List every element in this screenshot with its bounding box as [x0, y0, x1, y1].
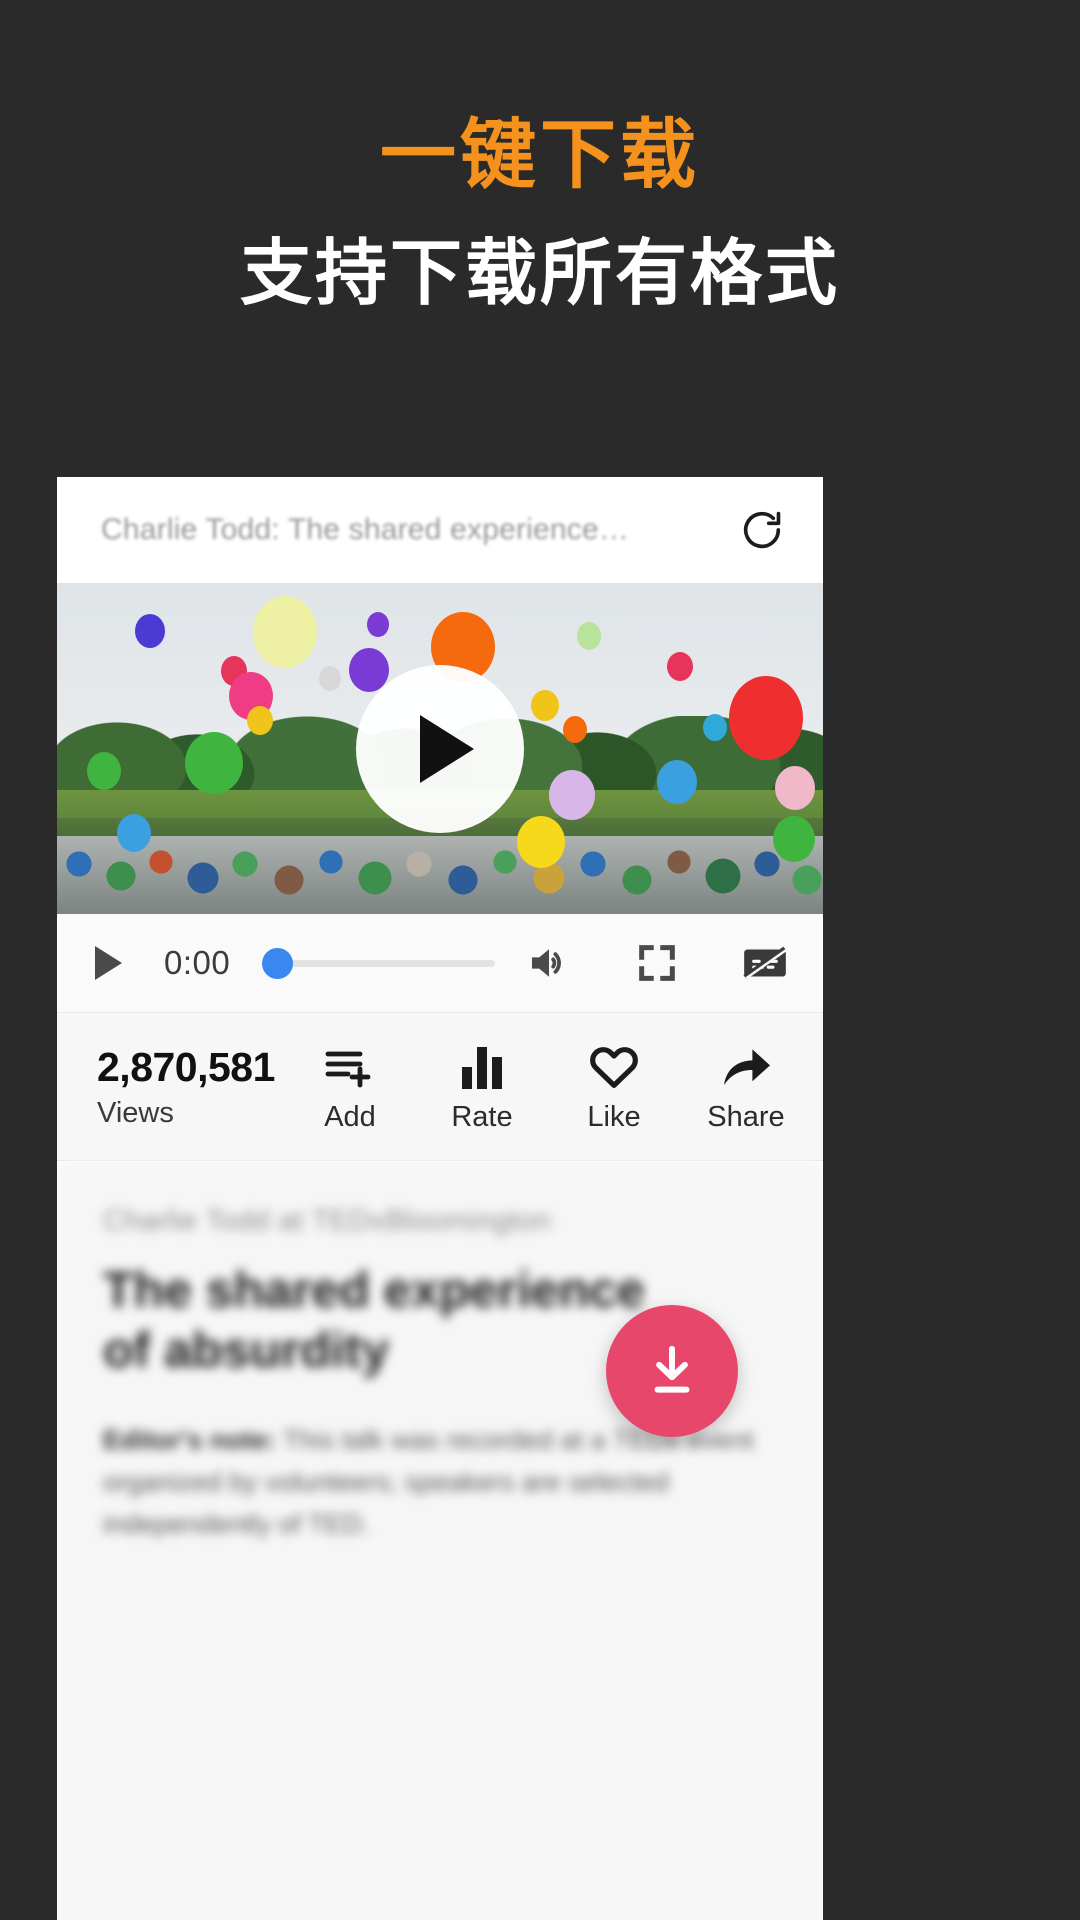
balloon: [577, 622, 601, 650]
like-button[interactable]: Like: [571, 1039, 657, 1134]
download-icon: [654, 1345, 690, 1393]
player-controls: 0:00: [57, 914, 823, 1013]
rate-button[interactable]: Rate: [439, 1039, 525, 1134]
balloon: [703, 714, 727, 741]
balloon: [563, 716, 587, 743]
views-label: Views: [97, 1096, 174, 1129]
video-header: Charlie Todd: The shared experience…: [57, 477, 823, 584]
video-stats-bar: 2,870,581 Views Add Rate Like Share: [57, 1013, 823, 1161]
heart-outline-icon: [588, 1039, 640, 1091]
video-poster[interactable]: [57, 584, 823, 914]
editors-note-label: Editor's note:: [103, 1425, 276, 1455]
download-button[interactable]: [606, 1305, 738, 1437]
balloon: [319, 666, 341, 691]
rate-label: Rate: [451, 1101, 513, 1133]
play-icon[interactable]: [95, 946, 122, 980]
seek-thumb[interactable]: [262, 947, 294, 979]
promo-subtitle: 支持下载所有格式: [239, 234, 840, 314]
balloon: [517, 816, 565, 868]
fullscreen-icon[interactable]: [629, 935, 685, 991]
like-label: Like: [587, 1101, 641, 1133]
talk-title: The shared experience of absurdity: [103, 1262, 645, 1378]
seek-slider[interactable]: [262, 947, 495, 979]
balloon: [549, 770, 595, 820]
closed-captions-off-icon[interactable]: [737, 935, 793, 991]
editors-note: Editor's note: This talk was recorded at…: [103, 1420, 777, 1546]
balloon: [729, 676, 803, 760]
play-triangle: [420, 715, 474, 783]
play-icon[interactable]: [356, 665, 524, 833]
balloon: [185, 732, 243, 794]
share-label: Share: [707, 1101, 785, 1133]
article-body: Charlie Todd at TEDxBloomington The shar…: [57, 1161, 823, 1920]
current-time: 0:00: [164, 944, 231, 981]
balloon: [247, 706, 273, 735]
bar-chart-icon: [460, 1039, 504, 1091]
action-buttons: Add Rate Like Share: [307, 1039, 789, 1134]
add-label: Add: [324, 1101, 376, 1133]
video-title: Charlie Todd: The shared experience…: [101, 513, 630, 546]
balloon: [87, 752, 121, 790]
talk-speaker: Charlie Todd at TEDxBloomington: [103, 1205, 552, 1237]
add-button[interactable]: Add: [307, 1039, 393, 1134]
balloon: [667, 652, 693, 681]
balloon: [531, 690, 559, 721]
share-arrow-icon: [720, 1039, 772, 1091]
views-count: 2,870,581: [97, 1043, 275, 1090]
promo-title: 一键下载: [380, 113, 700, 198]
seek-track: [262, 959, 495, 967]
balloon: [657, 760, 697, 804]
refresh-icon[interactable]: [731, 499, 793, 561]
app-screenshot-card: Charlie Todd: The shared experience… 0:0…: [57, 477, 823, 1920]
views-block: 2,870,581 Views: [97, 1044, 275, 1130]
volume-high-icon[interactable]: [521, 935, 577, 991]
balloon: [367, 612, 389, 637]
balloon: [775, 766, 815, 810]
balloon: [117, 814, 151, 852]
balloon: [773, 816, 815, 862]
balloon: [135, 614, 165, 648]
promo-header: 一键下载 支持下载所有格式: [0, 0, 1080, 314]
share-button[interactable]: Share: [703, 1039, 789, 1134]
playlist-add-icon: [324, 1039, 376, 1091]
balloon: [253, 596, 317, 668]
